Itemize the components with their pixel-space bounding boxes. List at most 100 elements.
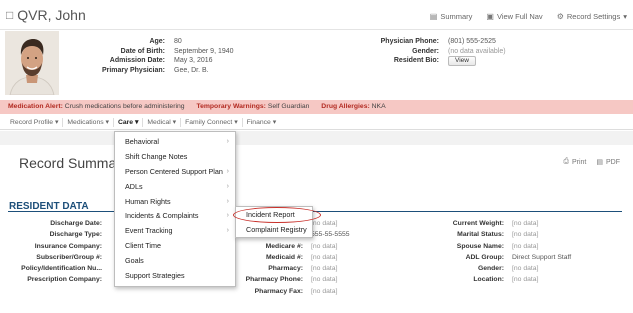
gender-row: Gender: (no data available) <box>366 47 505 57</box>
nav-record-profile[interactable]: Record Profile ▾ <box>6 118 64 127</box>
menu-item-goals[interactable]: Goals <box>115 254 235 269</box>
menu-item-behavioral[interactable]: Behavioral › <box>115 135 235 150</box>
clipboard-icon: □ <box>6 8 14 22</box>
subnav-band <box>0 131 633 145</box>
menu-item-event-tracking[interactable]: Event Tracking › <box>115 224 235 239</box>
menu-item-human-rights[interactable]: Human Rights › <box>115 195 235 210</box>
print-button[interactable]: ⎙ Print <box>563 158 586 166</box>
alert-bar: Medication Alert: Crush medications befo… <box>0 100 633 114</box>
location-value: [no data] <box>512 276 539 284</box>
age-label: Age: <box>149 38 165 45</box>
data-row: Discharge Date: <box>0 218 102 229</box>
menu-item-client-time[interactable]: Client Time <box>115 239 235 254</box>
menu-item-support-strategies[interactable]: Support Strategies <box>115 269 235 284</box>
nav-family-connect[interactable]: Family Connect ▾ <box>181 118 243 127</box>
marital-status-label: Marital Status: <box>457 231 504 239</box>
pharmacy-phone-label: Pharmacy Phone: <box>245 276 303 284</box>
temporary-warning-label: Temporary Warnings: <box>196 103 266 110</box>
bio-label: Resident Bio: <box>393 57 439 65</box>
nav-care[interactable]: Care ▾ <box>114 118 144 127</box>
data-row: Pharmacy Fax: [no data] <box>234 286 350 297</box>
chevron-right-icon: › <box>226 182 229 190</box>
record-nav-bar: Record Profile ▾ Medications ▾ Care ▾ Me… <box>0 116 633 130</box>
gender-label: Gender: <box>412 47 439 55</box>
drug-allergies-label: Drug Allergies: <box>321 103 370 110</box>
profile-info-right: Physician Phone: (801) 555-2525 Gender: … <box>366 37 506 67</box>
menu-item-person-centered-support-plan[interactable]: Person Centered Support Plan › <box>115 165 235 180</box>
physician-phone-label: Physician Phone: <box>380 38 439 45</box>
view-full-nav-link[interactable]: ▣ View Full Nav <box>486 12 542 21</box>
menu-item-shift-change-notes[interactable]: Shift Change Notes <box>115 150 235 165</box>
nav-finance[interactable]: Finance ▾ <box>243 118 280 127</box>
summary-link[interactable]: ▤ Summary <box>430 12 473 21</box>
discharge-type-label: Discharge Type: <box>49 231 102 239</box>
page-title: Record Summary <box>19 155 128 171</box>
gender-data-label: Gender: <box>477 265 504 273</box>
admission-label: Admission Date: <box>109 57 165 65</box>
data-row: Pharmacy Phone: [no data] <box>234 274 350 285</box>
pharmacy-fax-label: Pharmacy Fax: <box>254 287 303 295</box>
record-settings-label: Record Settings <box>566 12 621 21</box>
data-row: Current Weight: [no data] <box>420 218 571 229</box>
menu-item-incidents-complaints[interactable]: Incidents & Complaints › <box>115 209 235 224</box>
data-row: ADL Group: Direct Support Staff <box>420 252 572 263</box>
drug-allergies-text: NKA <box>371 103 386 110</box>
submenu-complaint-registry[interactable]: Complaint Registry <box>236 222 312 237</box>
view-bio-button[interactable]: View <box>448 56 476 67</box>
chevron-right-icon: › <box>226 212 229 220</box>
data-row: Insurance Company: <box>0 241 102 252</box>
data-row: Medicaid #: [no data] <box>234 252 350 263</box>
section-divider <box>8 211 622 212</box>
menu-item-label: Shift Change Notes <box>125 151 188 161</box>
medication-alert-label: Medication Alert: <box>8 103 63 110</box>
nav-medical[interactable]: Medical ▾ <box>143 118 182 127</box>
menu-item-label: Goals <box>125 256 144 266</box>
physician-row: Primary Physician: Gee, Dr. B. <box>62 66 234 76</box>
data-row: Subscriber/Group #: <box>0 252 102 263</box>
gear-icon: ⚙ <box>556 12 564 21</box>
medicaid-value: [no data] <box>311 253 338 261</box>
resident-data-col1: Discharge Date: Discharge Type: Insuranc… <box>0 218 102 286</box>
policy-id-label: Policy/Identification Nu... <box>21 265 102 273</box>
bio-row: Resident Bio: View <box>366 56 506 67</box>
medication-alert-text: Crush medications before administering <box>64 103 185 110</box>
pharmacy-label: Pharmacy: <box>268 265 303 273</box>
menu-item-label: Human Rights <box>125 196 171 206</box>
menu-item-adls[interactable]: ADLs › <box>115 180 235 195</box>
admission-value: May 3, 2016 <box>174 57 213 65</box>
location-label: Location: <box>473 276 504 284</box>
age-row: Age: 80 <box>62 37 234 47</box>
data-row: Gender: [no data] <box>420 263 571 274</box>
gender-data-value: [no data] <box>512 265 539 273</box>
summary-label: Summary <box>440 12 473 21</box>
adl-group-label: ADL Group: <box>465 253 504 261</box>
record-settings-link[interactable]: ⚙ Record Settings ▾ <box>557 12 627 21</box>
discharge-date-label: Discharge Date: <box>50 220 102 227</box>
medicaid-label: Medicaid #: <box>265 253 303 261</box>
data-row: Discharge Type: <box>0 229 102 240</box>
incidents-submenu: Incident Report Complaint Registry <box>235 206 313 238</box>
adl-group-value: Direct Support Staff <box>512 253 572 261</box>
menu-item-label: ADLs <box>125 181 143 191</box>
print-links: ⎙ Print ▤ PDF <box>563 158 620 166</box>
data-row: Location: [no data] <box>420 274 571 285</box>
physician-phone-row: Physician Phone: (801) 555-2525 <box>366 37 506 47</box>
menu-item-label: Event Tracking <box>125 226 173 236</box>
submenu-incident-report[interactable]: Incident Report <box>236 207 312 222</box>
medicare-value: [no data] <box>311 242 338 250</box>
care-dropdown-menu: Behavioral › Shift Change Notes Person Ce… <box>114 131 236 287</box>
pdf-button[interactable]: ▤ PDF <box>596 158 620 167</box>
printer-icon: ⎙ <box>563 158 569 165</box>
physician-value: Gee, Dr. B. <box>174 66 209 74</box>
medicare-label: Medicare #: <box>265 242 303 250</box>
chevron-right-icon: › <box>226 138 229 145</box>
dob-value: September 9, 1940 <box>174 47 234 55</box>
spouse-name-value: [no data] <box>512 242 539 250</box>
view-full-nav-label: View Full Nav <box>496 12 543 21</box>
menu-item-label: Incidents & Complaints <box>125 211 199 221</box>
prescription-company-label: Prescription Company: <box>27 276 102 284</box>
dob-row: Date of Birth: September 9, 1940 <box>62 47 234 57</box>
nav-medications[interactable]: Medications ▾ <box>63 118 114 127</box>
insurance-company-label: Insurance Company: <box>34 242 102 250</box>
resident-name-text: QVR, John <box>17 7 86 23</box>
